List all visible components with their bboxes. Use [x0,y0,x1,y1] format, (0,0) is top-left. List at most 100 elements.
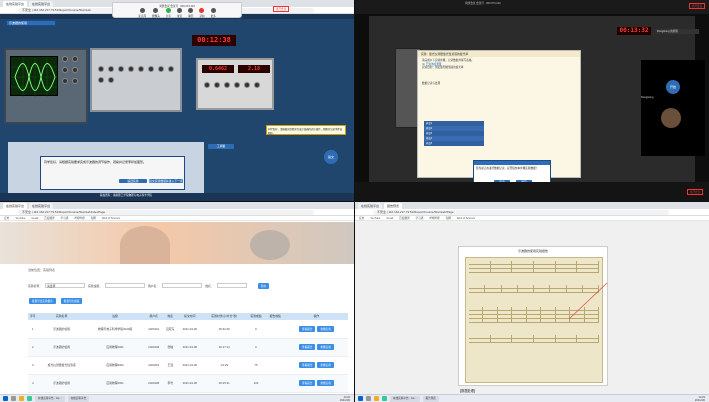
quadrant-experiment-list: 在线实验平台 在线实验平台 不安全 | 116.164.217.73:51/Re… [0,202,354,402]
bookmark[interactable]: Web of Science [457,216,475,220]
oscilloscope[interactable] [4,48,88,124]
return-button[interactable]: 返回实验 [119,179,147,183]
column-header: 操作 [284,313,348,321]
avatar [661,108,681,128]
footer-copyright: 版权所有：湖南理工学院物理与电子科学学院 [100,194,152,197]
freq-readout-2: 2.18 [238,65,270,73]
browser-tab[interactable]: 在线实验平台 [358,202,383,209]
browser-tab[interactable]: 在线实验平台 [3,0,28,7]
more-button[interactable]: 更多 [211,7,216,18]
folder-icon[interactable] [19,396,24,401]
taskbar-window[interactable]: 在线实验平台 - Go... [35,395,65,402]
browser-tab-strip: 在线实验平台 在线实验平台 [0,202,354,209]
start-round-button[interactable]: 开始 [666,80,680,94]
quadrant-oscilloscope-lab: 在线实验平台 在线实验平台 不安全 | 116.164.217.73:51/Re… [0,0,354,201]
search-button[interactable]: 查询 [257,282,269,289]
submit-round-button[interactable]: 提交 [324,150,338,164]
windows-start-icon[interactable] [358,396,363,401]
chrome-icon[interactable] [27,396,32,401]
meeting-bottom-bar: 离开会议 [355,182,709,201]
generator-knobs[interactable] [96,64,180,86]
frequency-meter[interactable]: 0.6462 2.18 [196,58,274,110]
bookmark[interactable]: 哔哩哔哩 [74,216,84,220]
table-row: 1 示波器的使用 物理与电子科学学院2020级 2020101 吕晓东 2021… [28,320,348,339]
bookmark[interactable]: YouTube [370,216,380,220]
column-header: 实验名称 [37,313,86,321]
bookmark[interactable]: 应用 [359,216,364,220]
table-header-row: 序号 实验名称 班级 用户名 姓名 提交时间 实验时长(小时:分:秒) 实验成绩… [28,313,348,321]
members-button[interactable]: 成员 [177,7,183,18]
bookmark[interactable]: 知网 [91,216,96,220]
leave-meeting-button-bottom[interactable]: 离开会议 [687,189,703,195]
name-input[interactable] [216,283,247,288]
meter-knobs[interactable] [202,80,272,91]
username-input[interactable] [162,283,203,288]
system-clock: 14:23 2021/4/6 [694,395,705,402]
browser-tab[interactable]: 报告预览 [384,202,403,209]
table-row: 2 示波器的使用 应用物理2001 2020106 张敏 2021-04-06 … [28,338,348,357]
browser-tab[interactable]: 在线实验平台 [29,0,54,7]
leave-meeting-button[interactable]: 离开会议 [273,6,289,12]
search-icon[interactable] [366,396,371,401]
video-panel: 开始 DongHong [641,60,705,156]
participant-name: DongHong [641,96,654,99]
bookmark[interactable]: Gmail [31,216,38,220]
signal-generator[interactable] [90,48,182,112]
view-report-button[interactable]: 查看报告 [299,362,316,368]
taskbar-window[interactable]: 在线实验平台 - Go... [390,395,420,402]
bookmark[interactable]: YouTube [15,216,25,220]
browser-tab[interactable]: 在线实验平台 [29,202,54,209]
class-input[interactable] [105,283,145,288]
view-report-button[interactable]: 查看报告 [299,380,316,386]
bookmark[interactable]: 百度翻译 [44,216,54,220]
url-input[interactable]: 不安全 | 116.164.217.73:51/Report/Course/St… [373,209,669,215]
members-icon [177,7,183,13]
bookmark[interactable]: 哔哩哔哩 [429,216,439,220]
redo-button[interactable]: 重做实验 [317,362,334,368]
panel-line: 实验目的：测定葡萄糖溶液的旋光率 [422,66,464,70]
experiment-select[interactable]: 请选择 [45,283,85,288]
view-report-button[interactable]: 查看报告 [299,344,316,350]
timer-display: 00:13:32 [617,27,651,35]
export-reports-button[interactable]: 批量导出实验报告 [29,298,56,304]
quadrant-polarimeter-lab: 鸿鹄会议 会议号 · 000 074 210 离开会议 00:13:32 Don… [355,0,709,201]
leave-meeting-button[interactable]: 离开会议 [689,3,705,9]
report-page: 示波器的使用实验报告 [458,246,608,386]
redo-button[interactable]: 重做实验 [317,380,334,386]
taskbar-window[interactable]: 报告预览 [422,395,439,402]
redo-button[interactable]: 重做实验 [317,344,334,350]
annotation-line [569,282,608,320]
bookmark[interactable]: 知网 [446,216,451,220]
windows-start-icon[interactable] [3,396,8,401]
chat-button[interactable]: 聊天 [188,7,193,18]
toolbox-button[interactable]: 工具箱 [208,144,234,149]
bookmark[interactable]: 百度翻译 [399,216,409,220]
record-button[interactable]: 录制 [199,7,205,18]
column-header: 姓名 [163,313,178,321]
address-bar: 不安全 | 116.164.217.73:51/Report/Course/St… [355,209,709,216]
view-report-button[interactable]: 查看报告 [299,326,316,332]
url-input[interactable]: 不安全 | 116.164.217.73:51/Report/Course/St… [18,209,314,215]
redo-button[interactable]: 重做实验 [317,326,334,332]
bookmark[interactable]: 应用 [4,216,9,220]
taskbar: 在线实验平台 - Go... 报告预览 14:23 2021/4/6 [355,394,709,402]
taskbar-window[interactable]: 在线实验平台 [67,395,90,402]
quadrant-report-preview: 在线实验平台 报告预览 不安全 | 116.164.217.73:51/Repo… [355,202,709,402]
search-icon[interactable] [11,396,16,401]
data-table: 样品1 样品2 样品3 样品4 样品5 [424,121,484,146]
camera-button[interactable]: 摄像头 [152,7,160,18]
freq-readout-1: 0.6462 [202,65,234,73]
bookmark[interactable]: Gmail [386,216,393,220]
chrome-icon[interactable] [382,396,387,401]
folder-icon[interactable] [374,396,379,401]
browser-tab-strip: 在线实验平台 报告预览 [355,202,709,209]
scope-knobs[interactable] [60,54,88,87]
bookmark[interactable]: 学习通 [61,216,69,220]
bookmark[interactable]: Web of Science [102,216,120,220]
mic-button[interactable]: 麦克风 [138,7,146,18]
browser-tab[interactable]: 在线实验平台 [3,202,28,209]
submit-data-button[interactable]: 提交实验数据并进入下一步 [149,179,183,183]
bookmark[interactable]: 学习通 [416,216,424,220]
export-scores-button[interactable]: 批量导出成绩 [60,298,83,304]
share-button[interactable]: 共享 [166,7,171,18]
